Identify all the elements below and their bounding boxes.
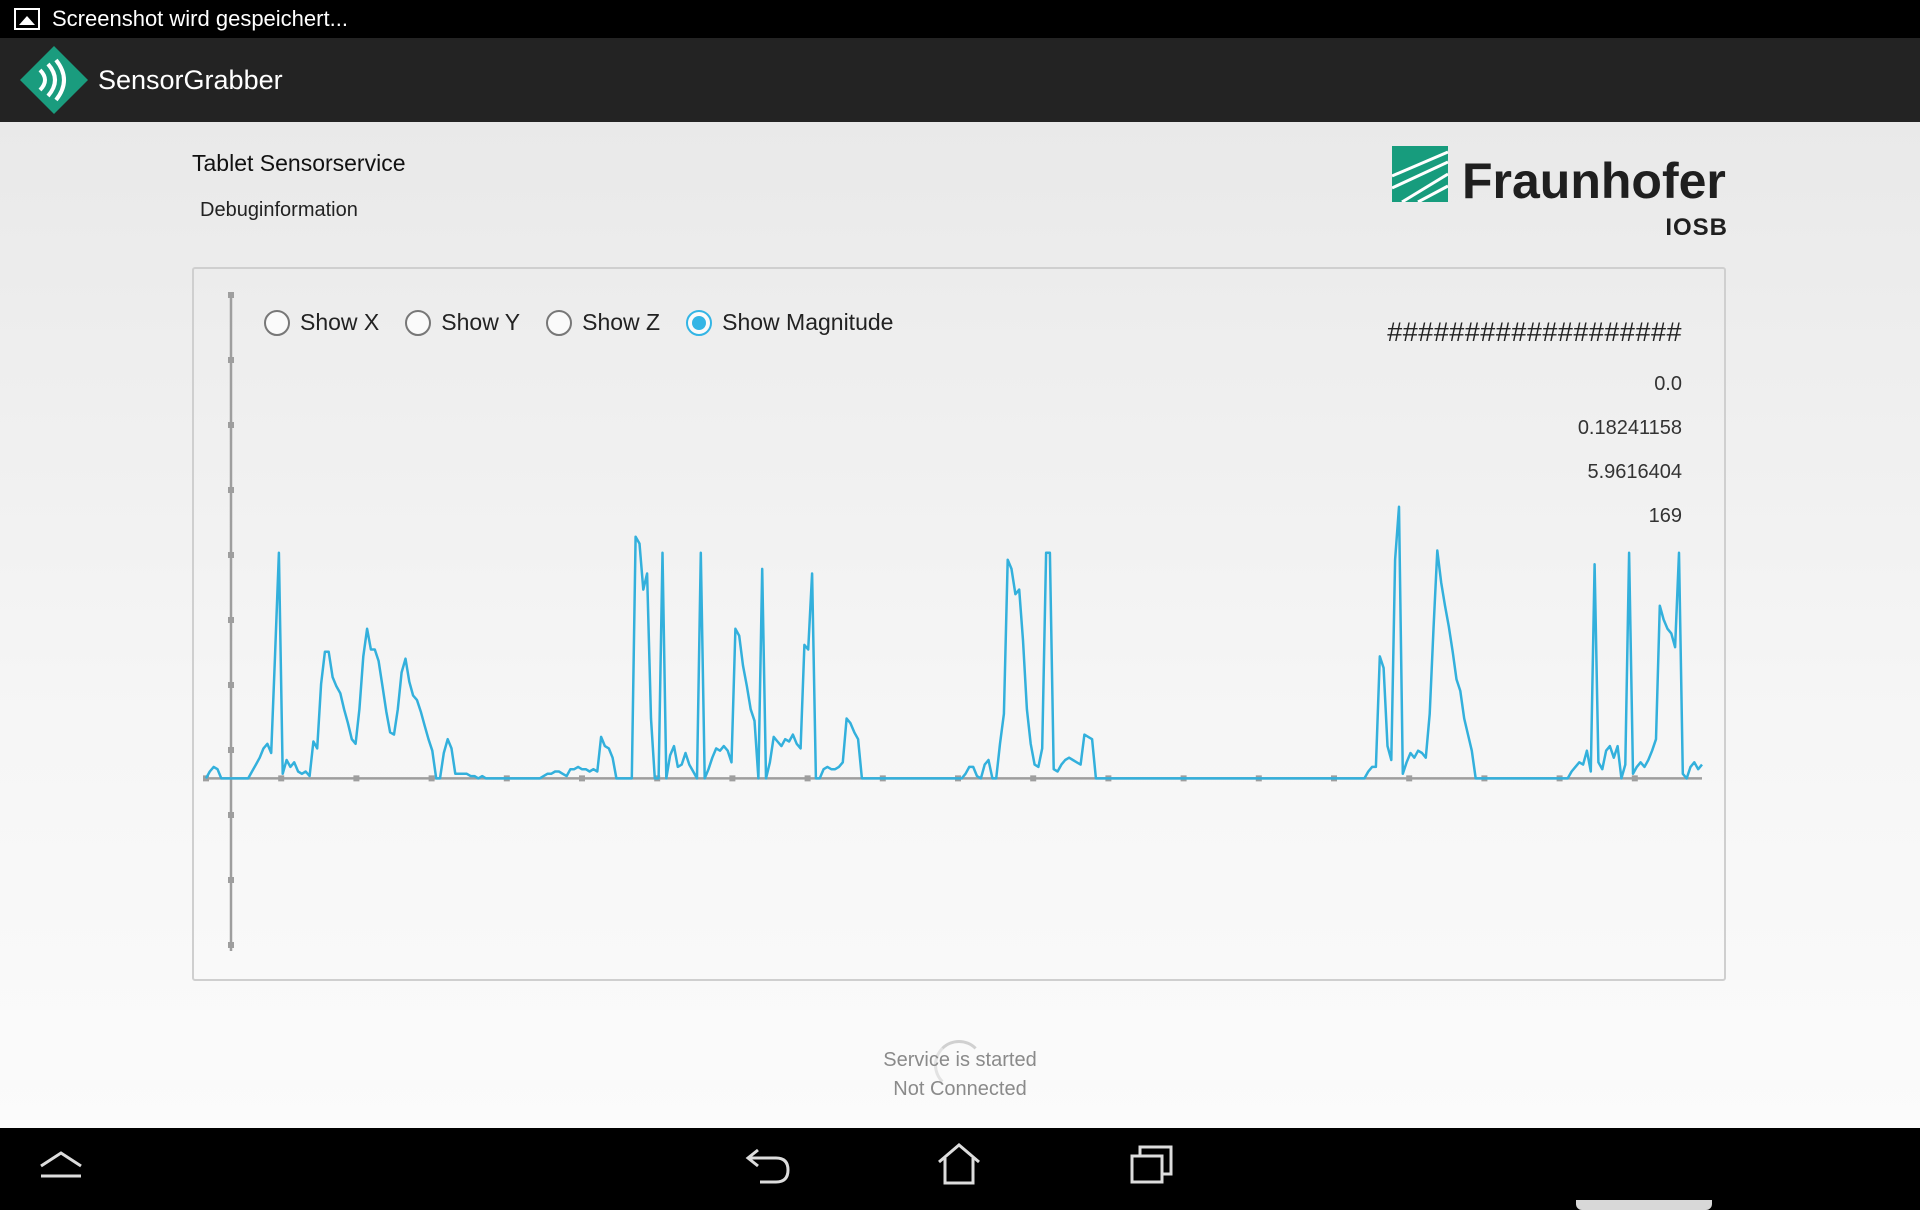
y-axis-tick — [228, 487, 234, 493]
y-axis-tick — [228, 552, 234, 558]
y-axis-tick — [228, 877, 234, 883]
y-axis-tick — [228, 942, 234, 948]
brand-name: Fraunhofer — [1462, 153, 1726, 209]
x-axis-tick — [579, 775, 585, 782]
x-axis-tick — [428, 775, 435, 782]
status-bar: Screenshot wird gespeichert... — [0, 0, 1920, 38]
x-axis-tick — [278, 775, 285, 782]
y-axis-tick — [228, 617, 234, 623]
readout-header: ################### — [1387, 317, 1682, 347]
readout-value-1: 0.0 — [1654, 373, 1682, 395]
back-icon[interactable] — [744, 1144, 792, 1186]
y-axis-tick — [228, 812, 234, 818]
y-axis-tick — [228, 422, 234, 428]
x-axis-tick — [353, 775, 360, 782]
x-axis-tick — [1631, 775, 1638, 782]
action-bar: SensorGrabber — [0, 38, 1920, 122]
app-title: SensorGrabber — [98, 64, 283, 95]
menu-up-icon[interactable] — [38, 1150, 84, 1180]
radio-show-x-label[interactable]: Show X — [300, 309, 379, 336]
radio-show-y-label[interactable]: Show Y — [441, 309, 520, 336]
radio-show-y-indicator[interactable] — [405, 309, 432, 336]
x-axis-tick — [729, 775, 736, 782]
radio-show-y[interactable]: Show Y — [405, 309, 520, 336]
x-axis-tick — [1030, 775, 1037, 782]
radio-show-z-indicator[interactable] — [546, 309, 573, 336]
graph-panel: Show X Show Y Show Z Show Magnitude ####… — [192, 267, 1726, 981]
radio-show-x-indicator[interactable] — [264, 309, 290, 336]
navigation-bar — [0, 1128, 1920, 1200]
axis-radio-group: Show X Show Y Show Z Show Magnitude — [264, 309, 919, 336]
home-icon[interactable] — [936, 1142, 982, 1186]
y-axis-tick — [228, 682, 234, 688]
magnitude-series-line — [204, 505, 1703, 780]
y-axis-tick — [228, 292, 234, 298]
image-icon — [14, 8, 40, 30]
status-notification: Screenshot wird gespeichert... — [52, 6, 348, 31]
service-status: Service is started Not Connected — [800, 1046, 1120, 1104]
x-axis-tick — [1406, 775, 1413, 782]
y-axis-tick — [228, 357, 234, 363]
app-logo-icon[interactable] — [18, 44, 90, 116]
fraunhofer-logo: Fraunhofer IOSB — [1390, 144, 1730, 244]
y-axis-tick — [228, 747, 234, 753]
readout-value-2: 0.18241158 — [1577, 417, 1682, 439]
x-axis-tick — [804, 775, 811, 782]
recent-apps-icon[interactable] — [1130, 1144, 1174, 1184]
radio-show-magnitude-indicator[interactable] — [686, 309, 713, 336]
page-subtitle: Debuginformation — [200, 199, 358, 221]
page-title: Tablet Sensorservice — [192, 150, 406, 176]
radio-show-z[interactable]: Show Z — [546, 309, 660, 336]
radio-show-x[interactable]: Show X — [264, 309, 379, 336]
sensor-readouts: ################### 0.0 0.18241158 5.961… — [1387, 317, 1682, 538]
connection-status-text: Not Connected — [893, 1078, 1027, 1100]
brand-unit: IOSB — [1665, 214, 1728, 241]
readout-value-4: 169 — [1648, 505, 1682, 527]
service-status-text: Service is started — [883, 1049, 1037, 1071]
radio-show-magnitude-label[interactable]: Show Magnitude — [722, 309, 893, 336]
radio-show-z-label[interactable]: Show Z — [582, 309, 660, 336]
readout-value-3: 5.9616404 — [1587, 461, 1682, 483]
main-content: Tablet Sensorservice Debuginformation Fr… — [0, 122, 1920, 1210]
radio-show-magnitude[interactable]: Show Magnitude — [686, 309, 893, 336]
fraunhofer-mark-icon — [1392, 146, 1448, 202]
